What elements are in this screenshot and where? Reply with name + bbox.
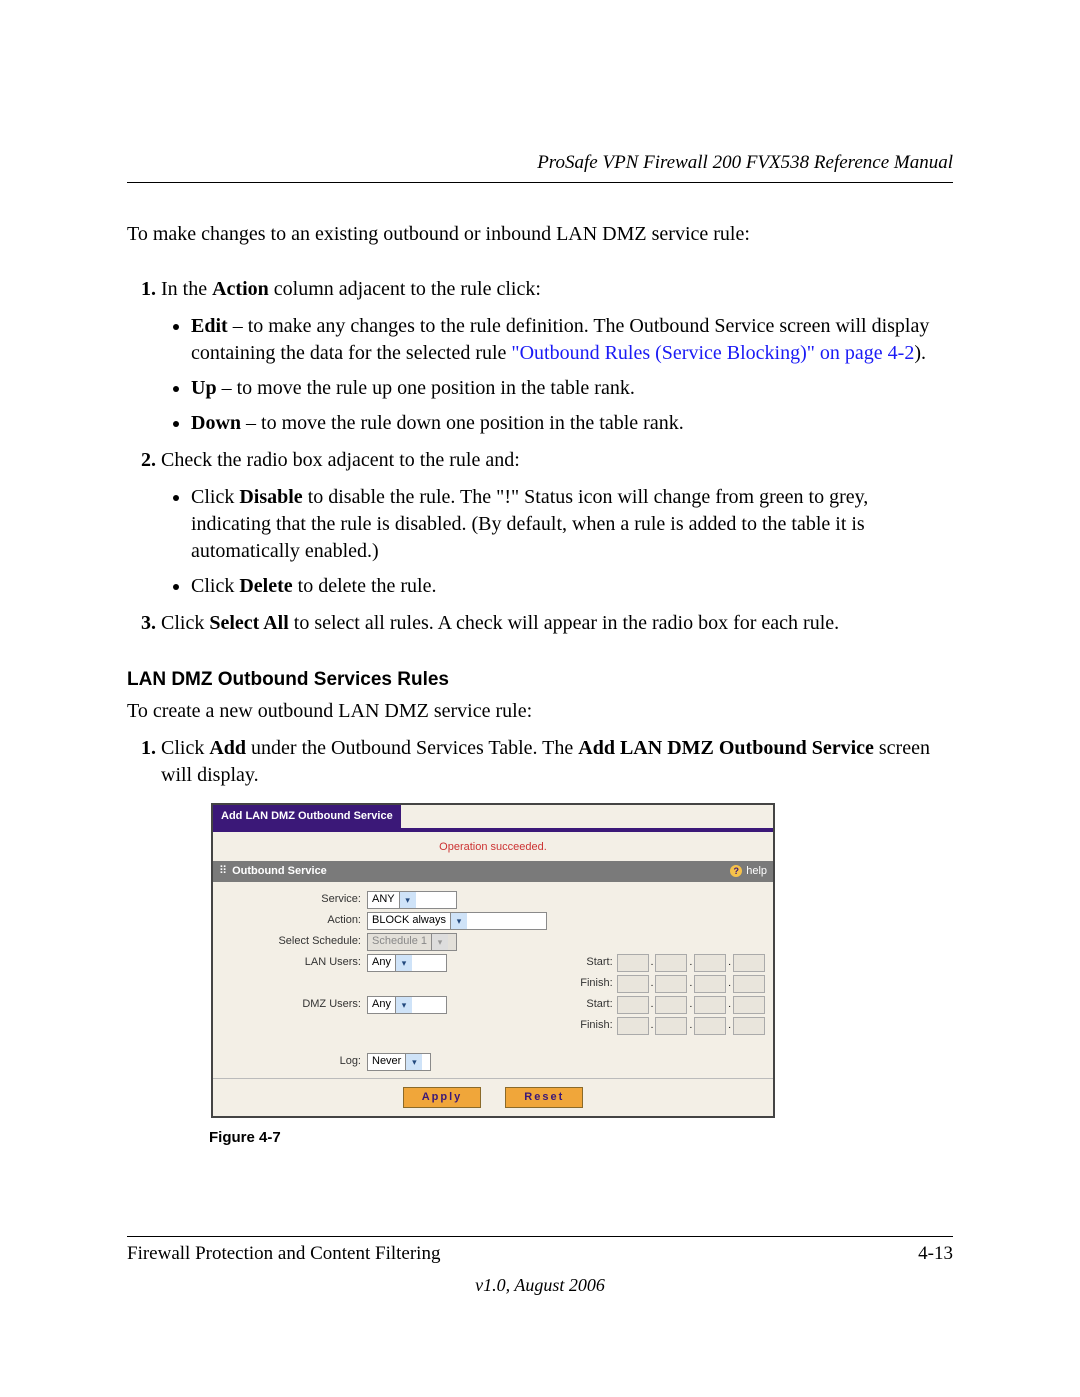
grip-icon: ⠿ — [219, 865, 228, 877]
help-icon: ? — [730, 865, 742, 877]
text: to delete the rule. — [293, 575, 437, 597]
step1-lead: In the Action column adjacent to the rul… — [161, 278, 541, 300]
intro-paragraph: To make changes to an existing outbound … — [127, 221, 953, 248]
running-header: ProSafe VPN Firewall 200 FVX538 Referenc… — [127, 150, 953, 183]
select-lan-users[interactable]: Any ▾ — [367, 954, 447, 972]
bold-selectall: Select All — [209, 612, 288, 634]
text: Click — [191, 575, 239, 597]
text: column adjacent to the rule click: — [269, 278, 541, 300]
step-3: Click Select All to select all rules. A … — [161, 610, 953, 637]
bullet-edit: Edit – to make any changes to the rule d… — [191, 313, 953, 367]
label-finish: Finish: — [565, 976, 617, 991]
bold-delete: Delete — [239, 575, 292, 597]
bold-up: Up — [191, 377, 217, 399]
xref-link[interactable]: "Outbound Rules (Service Blocking)" on p… — [511, 342, 914, 364]
reset-button[interactable]: Reset — [505, 1087, 583, 1108]
select-service[interactable]: ANY ▾ — [367, 891, 457, 909]
ip-start-lan[interactable]: ... — [617, 954, 765, 972]
bullet-delete: Click Delete to delete the rule. — [191, 573, 953, 600]
chevron-down-icon: ▾ — [431, 934, 448, 950]
chevron-down-icon: ▾ — [450, 913, 467, 929]
label-schedule: Select Schedule: — [221, 934, 367, 949]
select-value: Schedule 1 — [372, 934, 427, 949]
chevron-down-icon: ▾ — [395, 955, 412, 971]
bold-down: Down — [191, 412, 241, 434]
bold-action: Action — [212, 278, 269, 300]
text: – to move the rule down one position in … — [241, 412, 684, 434]
help-label: help — [746, 864, 767, 879]
text: to select all rules. A check will appear… — [289, 612, 839, 634]
footer-left: Firewall Protection and Content Filterin… — [127, 1241, 440, 1267]
label-action: Action: — [221, 913, 367, 928]
chevron-down-icon: ▾ — [399, 892, 416, 908]
ui-screenshot: Add LAN DMZ Outbound Service Operation s… — [211, 803, 775, 1117]
ip-finish-dmz[interactable]: ... — [617, 1017, 765, 1035]
select-value: Any — [372, 997, 391, 1012]
label-dmz-users: DMZ Users: — [221, 997, 367, 1012]
text: ). — [914, 342, 926, 364]
label-lan-users: LAN Users: — [221, 955, 367, 970]
label-service: Service: — [221, 892, 367, 907]
step-2: Check the radio box adjacent to the rule… — [161, 447, 953, 600]
section-bar-label: Outbound Service — [232, 865, 327, 877]
ui-tab-title: Add LAN DMZ Outbound Service — [213, 805, 401, 828]
footer-version: v1.0, August 2006 — [127, 1273, 953, 1297]
select-value: Any — [372, 955, 391, 970]
select-value: Never — [372, 1054, 401, 1069]
step2-lead: Check the radio box adjacent to the rule… — [161, 449, 520, 471]
select-action[interactable]: BLOCK always ▾ — [367, 912, 547, 930]
figure-label: Figure 4-7 — [209, 1128, 953, 1148]
bullet-up: Up – to move the rule up one position in… — [191, 375, 953, 402]
chevron-down-icon: ▾ — [405, 1054, 422, 1070]
label-start: Start: — [565, 997, 617, 1012]
label-log: Log: — [221, 1054, 367, 1069]
text: Click — [191, 486, 239, 508]
bullet-disable: Click Disable to disable the rule. The "… — [191, 484, 953, 565]
text: Click — [161, 737, 209, 759]
text: under the Outbound Services Table. The — [246, 737, 578, 759]
section-bar: ⠿ Outbound Service ? help — [213, 861, 773, 882]
apply-button[interactable]: Apply — [403, 1087, 482, 1108]
label-finish: Finish: — [565, 1018, 617, 1033]
select-log[interactable]: Never ▾ — [367, 1053, 431, 1071]
sec-step-1: Click Add under the Outbound Services Ta… — [161, 735, 953, 1148]
bold-disable: Disable — [239, 486, 302, 508]
chevron-down-icon: ▾ — [395, 997, 412, 1013]
status-message: Operation succeeded. — [213, 832, 773, 861]
select-dmz-users[interactable]: Any ▾ — [367, 996, 447, 1014]
step-1: In the Action column adjacent to the rul… — [161, 276, 953, 437]
page-number: 4-13 — [918, 1241, 953, 1267]
label-start: Start: — [565, 955, 617, 970]
section-intro: To create a new outbound LAN DMZ service… — [127, 698, 953, 725]
text: – to move the rule up one position in th… — [217, 377, 635, 399]
bold-add: Add — [209, 737, 246, 759]
select-value: BLOCK always — [372, 913, 446, 928]
text: Click — [161, 612, 209, 634]
select-value: ANY — [372, 892, 395, 907]
help-link[interactable]: ? help — [730, 864, 767, 879]
text: In the — [161, 278, 212, 300]
section-heading: LAN DMZ Outbound Services Rules — [127, 667, 953, 693]
select-schedule: Schedule 1 ▾ — [367, 933, 457, 951]
bold-screen-name: Add LAN DMZ Outbound Service — [578, 737, 874, 759]
ip-finish-lan[interactable]: ... — [617, 975, 765, 993]
bold-edit: Edit — [191, 315, 228, 337]
ip-start-dmz[interactable]: ... — [617, 996, 765, 1014]
bullet-down: Down – to move the rule down one positio… — [191, 410, 953, 437]
